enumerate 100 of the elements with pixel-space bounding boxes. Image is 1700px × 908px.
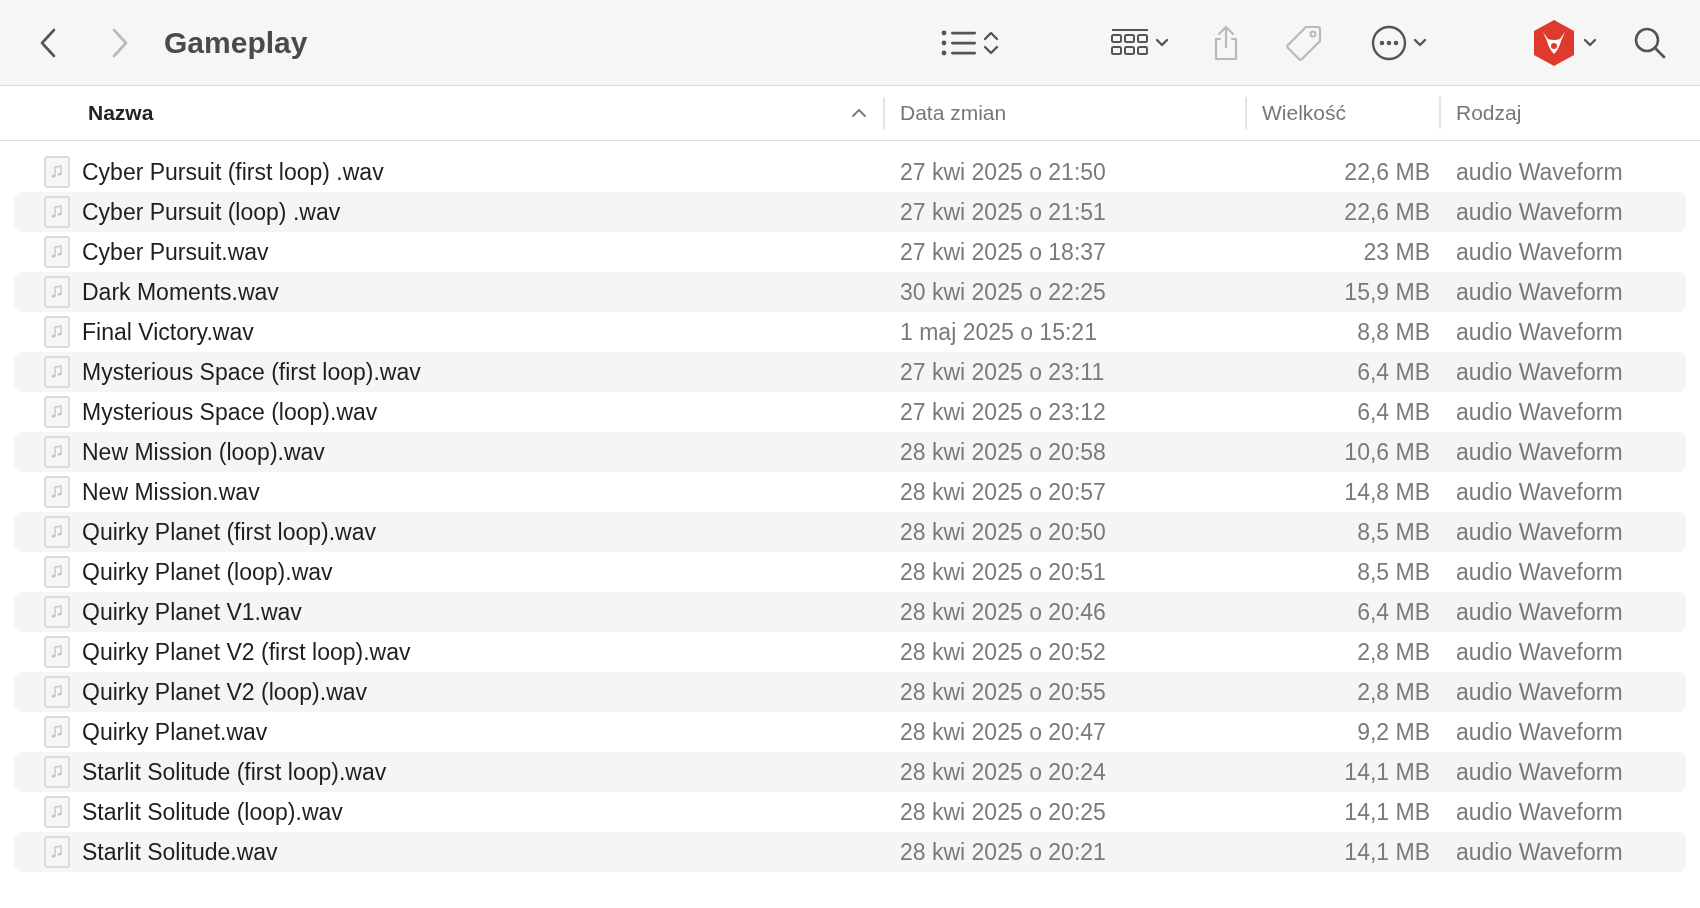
file-row[interactable]: Mysterious Space (loop).wav 27 kwi 2025 o 23:12 6,4 MB audio Waveform bbox=[14, 392, 1686, 432]
audio-file-icon bbox=[44, 676, 70, 708]
chevron-down-icon bbox=[1155, 37, 1169, 48]
file-size: 14,1 MB bbox=[1344, 838, 1431, 866]
file-name: Quirky Planet (loop).wav bbox=[82, 558, 333, 586]
file-name: Mysterious Space (first loop).wav bbox=[82, 358, 421, 386]
file-kind: audio Waveform bbox=[1455, 598, 1623, 626]
file-kind: audio Waveform bbox=[1455, 718, 1623, 746]
file-row[interactable]: Mysterious Space (first loop).wav 27 kwi 2025 o 23:11 6,4 MB audio Waveform bbox=[14, 352, 1686, 392]
file-kind: audio Waveform bbox=[1455, 638, 1623, 666]
modified-date: 28 kwi 2025 o 20:51 bbox=[899, 558, 1106, 586]
file-size: 8,5 MB bbox=[1357, 518, 1431, 546]
list-icon bbox=[941, 29, 977, 56]
file-name: Starlit Solitude (loop).wav bbox=[82, 798, 343, 826]
file-row[interactable]: New Mission (loop).wav 28 kwi 2025 o 20:58 10,6 MB audio Waveform bbox=[14, 432, 1686, 472]
file-row[interactable]: Starlit Solitude.wav 28 kwi 2025 o 20:21 14,1 MB audio Waveform bbox=[14, 832, 1686, 872]
audio-file-icon bbox=[44, 556, 70, 588]
column-header[interactable]: Rodzaj bbox=[1441, 97, 1686, 129]
file-kind: audio Waveform bbox=[1455, 518, 1623, 546]
chevron-down-icon bbox=[1413, 37, 1427, 48]
chevron-down-icon bbox=[1583, 37, 1597, 48]
audio-file-icon bbox=[44, 716, 70, 748]
modified-date: 28 kwi 2025 o 20:46 bbox=[899, 598, 1106, 626]
audio-file-icon bbox=[44, 836, 70, 868]
sort-arrows-icon bbox=[983, 29, 999, 56]
file-kind: audio Waveform bbox=[1455, 838, 1623, 866]
audio-file-icon bbox=[44, 476, 70, 508]
modified-date: 27 kwi 2025 o 18:37 bbox=[899, 238, 1106, 266]
file-kind: audio Waveform bbox=[1455, 318, 1623, 346]
column-header[interactable]: Wielkość bbox=[1247, 97, 1441, 129]
file-size: 2,8 MB bbox=[1357, 638, 1431, 666]
modified-date: 28 kwi 2025 o 20:50 bbox=[899, 518, 1106, 546]
search-icon bbox=[1633, 25, 1667, 60]
audio-file-icon bbox=[44, 396, 70, 428]
file-size: 22,6 MB bbox=[1344, 158, 1431, 186]
file-row[interactable]: Quirky Planet (first loop).wav 28 kwi 2025 o 20:50 8,5 MB audio Waveform bbox=[14, 512, 1686, 552]
file-row[interactable]: Cyber Pursuit (first loop) .wav 27 kwi 2025 o 21:50 22,6 MB audio Waveform bbox=[14, 152, 1686, 192]
modified-date: 28 kwi 2025 o 20:52 bbox=[899, 638, 1106, 666]
chevron-left-icon bbox=[39, 27, 57, 58]
file-row[interactable]: Quirky Planet V1.wav 28 kwi 2025 o 20:46 6,4 MB audio Waveform bbox=[14, 592, 1686, 632]
column-header[interactable]: Data zmian bbox=[885, 97, 1247, 129]
file-size: 10,6 MB bbox=[1344, 438, 1431, 466]
file-size: 15,9 MB bbox=[1344, 278, 1431, 306]
file-row[interactable]: Dark Moments.wav 30 kwi 2025 o 22:25 15,9 MB audio Waveform bbox=[14, 272, 1686, 312]
file-row[interactable]: Starlit Solitude (first loop).wav 28 kwi 2025 o 20:24 14,1 MB audio Waveform bbox=[14, 752, 1686, 792]
file-kind: audio Waveform bbox=[1455, 558, 1623, 586]
file-size: 9,2 MB bbox=[1357, 718, 1431, 746]
grid-icon bbox=[1111, 27, 1149, 58]
file-name: Starlit Solitude.wav bbox=[82, 838, 278, 866]
file-row[interactable]: Starlit Solitude (loop).wav 28 kwi 2025 o 20:25 14,1 MB audio Waveform bbox=[14, 792, 1686, 832]
file-name: Mysterious Space (loop).wav bbox=[82, 398, 378, 426]
file-name: Final Victory.wav bbox=[82, 318, 254, 346]
file-kind: audio Waveform bbox=[1455, 798, 1623, 826]
modified-date: 28 kwi 2025 o 20:57 bbox=[899, 478, 1106, 506]
modified-date: 28 kwi 2025 o 20:24 bbox=[899, 758, 1106, 786]
modified-date: 30 kwi 2025 o 22:25 bbox=[899, 278, 1106, 306]
file-size: 8,5 MB bbox=[1357, 558, 1431, 586]
file-row[interactable]: Quirky Planet.wav 28 kwi 2025 o 20:47 9,2 MB audio Waveform bbox=[14, 712, 1686, 752]
file-row[interactable]: Quirky Planet (loop).wav 28 kwi 2025 o 20:51 8,5 MB audio Waveform bbox=[14, 552, 1686, 592]
file-name: New Mission.wav bbox=[82, 478, 260, 506]
file-name: Cyber Pursuit (loop) .wav bbox=[82, 198, 341, 226]
file-size: 14,1 MB bbox=[1344, 798, 1431, 826]
chevron-right-icon bbox=[111, 27, 129, 58]
file-row[interactable]: Final Victory.wav 1 maj 2025 o 15:21 8,8 MB audio Waveform bbox=[14, 312, 1686, 352]
modified-date: 28 kwi 2025 o 20:58 bbox=[899, 438, 1106, 466]
file-kind: audio Waveform bbox=[1455, 198, 1623, 226]
file-name: New Mission (loop).wav bbox=[82, 438, 325, 466]
file-size: 6,4 MB bbox=[1357, 358, 1431, 386]
file-size: 22,6 MB bbox=[1344, 198, 1431, 226]
file-kind: audio Waveform bbox=[1455, 438, 1623, 466]
modified-date: 27 kwi 2025 o 23:12 bbox=[899, 398, 1106, 426]
file-name: Quirky Planet V1.wav bbox=[82, 598, 302, 626]
file-name: Quirky Planet V2 (first loop).wav bbox=[82, 638, 411, 666]
file-row[interactable]: Cyber Pursuit (loop) .wav 27 kwi 2025 o 21:51 22,6 MB audio Waveform bbox=[14, 192, 1686, 232]
audio-file-icon bbox=[44, 436, 70, 468]
file-row[interactable]: Quirky Planet V2 (loop).wav 28 kwi 2025 o 20:55 2,8 MB audio Waveform bbox=[14, 672, 1686, 712]
file-size: 6,4 MB bbox=[1357, 598, 1431, 626]
file-row[interactable]: Cyber Pursuit.wav 27 kwi 2025 o 18:37 23 MB audio Waveform bbox=[14, 232, 1686, 272]
file-size: 14,1 MB bbox=[1344, 758, 1431, 786]
audio-file-icon bbox=[44, 636, 70, 668]
file-kind: audio Waveform bbox=[1455, 398, 1623, 426]
file-kind: audio Waveform bbox=[1455, 278, 1623, 306]
audio-file-icon bbox=[44, 356, 70, 388]
file-name: Starlit Solitude (first loop).wav bbox=[82, 758, 387, 786]
file-row[interactable]: Quirky Planet V2 (first loop).wav 28 kwi 2025 o 20:52 2,8 MB audio Waveform bbox=[14, 632, 1686, 672]
file-row[interactable]: New Mission.wav 28 kwi 2025 o 20:57 14,8 MB audio Waveform bbox=[14, 472, 1686, 512]
file-size: 6,4 MB bbox=[1357, 398, 1431, 426]
modified-date: 27 kwi 2025 o 21:51 bbox=[899, 198, 1106, 226]
audio-file-icon bbox=[44, 516, 70, 548]
modified-date: 28 kwi 2025 o 20:47 bbox=[899, 718, 1106, 746]
file-name: Quirky Planet V2 (loop).wav bbox=[82, 678, 368, 706]
column-header[interactable]: Nazwa bbox=[14, 97, 885, 129]
audio-file-icon bbox=[44, 756, 70, 788]
modified-date: 27 kwi 2025 o 23:11 bbox=[899, 358, 1105, 386]
audio-file-icon bbox=[44, 596, 70, 628]
modified-date: 28 kwi 2025 o 20:25 bbox=[899, 798, 1106, 826]
more-icon bbox=[1371, 24, 1407, 61]
file-name: Cyber Pursuit.wav bbox=[82, 238, 269, 266]
file-name: Cyber Pursuit (first loop) .wav bbox=[82, 158, 384, 186]
modified-date: 28 kwi 2025 o 20:21 bbox=[899, 838, 1106, 866]
